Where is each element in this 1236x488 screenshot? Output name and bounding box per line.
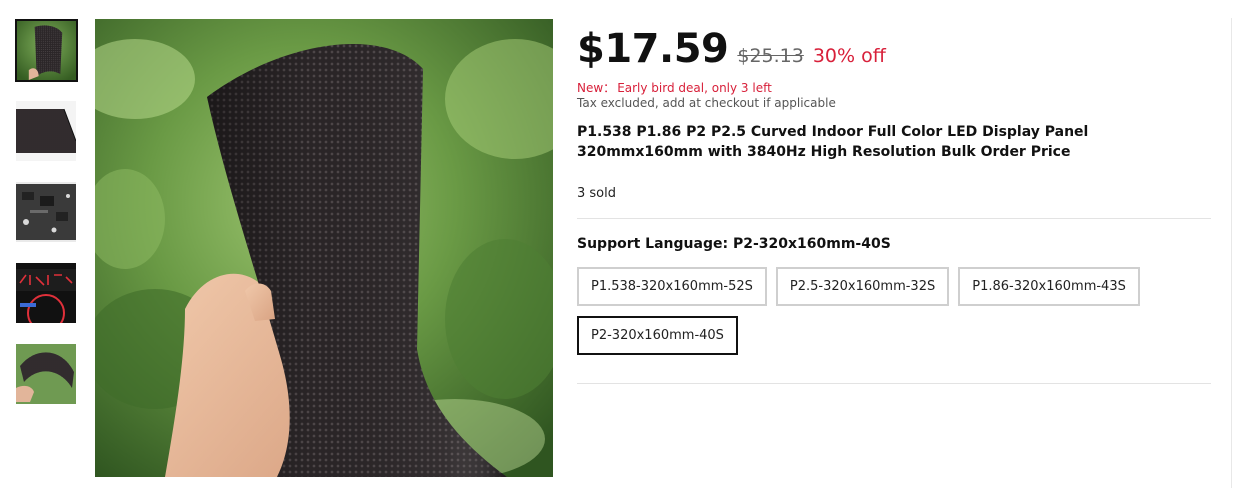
variant-option-p25-32s[interactable]: P2.5-320x160mm-32S — [775, 267, 950, 306]
deal-notice: New： Early bird deal, only 3 left — [577, 79, 1211, 95]
deal-prefix: New： — [577, 81, 616, 95]
divider — [577, 383, 1211, 384]
thumbnail-list — [15, 19, 78, 425]
thumbnail-panel-angle[interactable] — [16, 101, 76, 161]
thumbnail-panel-lit-text[interactable] — [16, 263, 76, 323]
discount-badge: 30% off — [812, 45, 886, 67]
page-edge-divider — [1231, 18, 1232, 488]
product-info: $17.59 $25.13 30% off New： Early bird dea… — [577, 26, 1211, 384]
main-product-image[interactable] — [95, 19, 553, 477]
thumbnail-panel-back-circuit[interactable] — [16, 182, 76, 242]
variant-option-p2-40s[interactable]: P2-320x160mm-40S — [577, 316, 738, 355]
original-price: $25.13 — [737, 45, 804, 67]
tax-note: Tax excluded, add at checkout if applica… — [577, 96, 836, 110]
variant-option-p186-43s[interactable]: P1.86-320x160mm-43S — [958, 267, 1140, 306]
divider — [577, 218, 1211, 219]
product-title: P1.538 P1.86 P2 P2.5 Curved Indoor Full … — [577, 124, 1089, 160]
variant-label: Support Language: P2-320x160mm-40S — [577, 236, 891, 252]
product-page: $17.59 $25.13 30% off New： Early bird dea… — [0, 0, 1236, 488]
current-price: $17.59 — [577, 26, 729, 72]
sold-count: 3 sold — [577, 186, 616, 201]
thumbnail-panel-bent-hand[interactable] — [16, 344, 76, 404]
variant-options: P1.538-320x160mm-52S P2.5-320x160mm-32S … — [577, 267, 1211, 365]
thumbnail-curved-panel-hand[interactable] — [15, 19, 78, 82]
price-row: $17.59 $25.13 30% off — [577, 26, 1211, 78]
deal-text: Early bird deal, only 3 left — [617, 81, 772, 95]
variant-option-p1538-52s[interactable]: P1.538-320x160mm-52S — [577, 267, 767, 306]
